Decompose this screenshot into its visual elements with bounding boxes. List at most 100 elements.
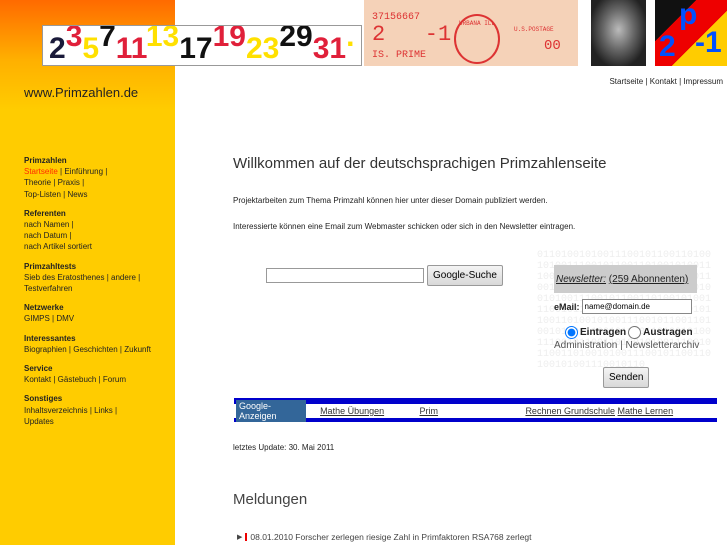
nav-line: GIMPS | DMV — [24, 314, 75, 324]
unsubscribe-label: Austragen — [643, 327, 693, 338]
nav-link[interactable]: Top-Listen — [24, 190, 61, 199]
nav-section: Sonstiges Inhaltsverzeichnis | Links | Up… — [24, 393, 117, 427]
nav-heading: Sonstiges — [24, 394, 63, 404]
nav-link[interactable]: Theorie — [24, 178, 51, 187]
newsletter-link[interactable]: Newsletter: — [556, 274, 606, 285]
nav-link[interactable]: Forum — [103, 375, 126, 384]
nav-link[interactable]: Zukunft — [124, 345, 151, 354]
postage-value: 00 — [544, 38, 561, 54]
newsletter-intro-text: Interessierte können eine Email zum Webm… — [233, 222, 576, 231]
nav-line: Kontakt | Gästebuch | Forum — [24, 375, 127, 385]
newsletter-header: Newsletter: (259 Abonnenten) — [554, 265, 697, 293]
banner-number: 29 — [279, 25, 313, 53]
banner-number: 2 — [49, 32, 66, 65]
portrait-image — [591, 0, 646, 66]
banner-number: 23 — [245, 32, 280, 65]
nav-link[interactable]: Gästebuch — [58, 375, 97, 384]
ad-link[interactable]: Mathe Übungen — [320, 406, 419, 416]
search-form: Google-Suche — [266, 265, 503, 286]
nav-heading: Service — [24, 364, 53, 373]
mersenne-logo: 2 p -1 — [655, 0, 727, 66]
nav-line: Testverfahren — [24, 283, 140, 294]
nav-heading: Interessantes — [24, 333, 76, 343]
nav-line: Biographien | Geschichten | Zukunft — [24, 344, 151, 354]
nav-heading: Primzahlen — [24, 156, 67, 165]
nav-line: Startseite | Einführung | — [24, 167, 108, 177]
prime-stamp-image: 37156667 2 -1 IS. PRIME URBANA ILL U.S.P… — [364, 0, 578, 66]
email-input[interactable] — [581, 299, 692, 314]
top-link[interactable]: Kontakt — [650, 77, 677, 86]
nav-link[interactable]: Links — [94, 406, 113, 415]
banner-number: 11 — [115, 32, 146, 65]
site-name: www.Primzahlen.de — [24, 85, 139, 100]
send-button[interactable]: Senden — [603, 367, 650, 388]
nav-link[interactable]: Kontakt — [24, 375, 51, 384]
nav-link[interactable]: Praxis — [58, 178, 80, 187]
ad-link[interactable]: Mathe Lernen — [618, 406, 717, 416]
nav-line: nach Datum | — [24, 231, 72, 241]
email-label: eMail: — [554, 301, 580, 312]
nav-heading: Primzahltests — [24, 261, 77, 271]
nav-heading: Referenten — [24, 208, 66, 218]
nav-line: Theorie | Praxis | — [24, 178, 85, 188]
news-marker — [245, 533, 248, 541]
nav-section: Interessantes Biographien | Geschichten |… — [24, 333, 151, 355]
newsletter-archive-link[interactable]: Newsletterarchiv — [626, 340, 700, 351]
last-update: letztes Update: 30. Mai 2011 — [233, 443, 335, 452]
nav-section: Primzahlen Startseite | Einführung | Theo… — [24, 155, 107, 200]
page-title: Willkommen auf der deutschsprachigen Pri… — [233, 155, 607, 172]
nav-link[interactable]: DMV — [56, 314, 74, 323]
ad-link[interactable]: Prim — [420, 406, 526, 416]
nav-line: Sieb des Eratosthenes | andere | — [24, 272, 141, 282]
banner-number: 5 — [82, 32, 100, 65]
top-links: Startseite | Kontakt | Impressum — [609, 77, 723, 86]
nav-link[interactable]: Geschichten — [73, 345, 117, 354]
sidebar: www.Primzahlen.de Primzahlen Startseite |… — [0, 0, 175, 545]
nav-link[interactable]: Testverfahren — [24, 284, 72, 293]
banner-number: 7 — [99, 25, 116, 53]
google-search-button[interactable]: Google-Suche — [427, 265, 503, 286]
nav-link[interactable]: Inhaltsverzeichnis — [24, 406, 88, 415]
banner-number: 19 — [212, 25, 246, 53]
nav-link[interactable]: nach Artikel sortiert — [24, 242, 92, 251]
nav-link[interactable]: Sieb des Eratosthenes — [24, 273, 105, 282]
administration-link[interactable]: Administration — [554, 340, 617, 351]
nav-link[interactable]: Biographien — [24, 345, 67, 354]
subscribe-radio[interactable] — [565, 326, 578, 339]
banner-number: . — [346, 25, 355, 53]
google-ads-bar: Google-Anzeigen Mathe Übungen Prim Rechnen … — [234, 398, 717, 422]
banner-number: 3 — [65, 25, 83, 53]
ad-link[interactable]: Rechnen Grundschule — [525, 406, 617, 416]
search-input[interactable] — [266, 268, 424, 283]
nav-link[interactable]: Einführung — [64, 167, 103, 176]
nav-line: nach Artikel sortiert — [24, 241, 92, 252]
subscribers-link[interactable]: (259 Abonnenten) — [609, 274, 689, 285]
newsletter-links: Administration | Newsletterarchiv — [554, 340, 700, 351]
postage: U.S.POSTAGE — [514, 26, 554, 33]
nav-link[interactable]: News — [67, 190, 87, 199]
subscribe-options: Eintragen Austragen — [565, 326, 693, 339]
arrow-right-icon: ▶ — [237, 534, 243, 541]
nav-link[interactable]: nach Namen — [24, 220, 69, 229]
nav-line: Updates — [24, 416, 117, 427]
nav-link[interactable]: andere — [111, 273, 136, 282]
postmark: URBANA ILL — [454, 14, 500, 64]
top-link[interactable]: Startseite — [609, 77, 643, 86]
nav-section: Netzwerke GIMPS | DMV — [24, 302, 74, 324]
prime-numbers-banner: 235711131719232931. — [42, 25, 362, 66]
nav-link[interactable]: nach Datum — [24, 231, 67, 240]
news-text: 08.01.2010 Forscher zerlegen riesige Zah… — [250, 532, 532, 542]
nav-link[interactable]: Startseite — [24, 167, 58, 176]
stamp-formula: 2 -1 — [372, 22, 452, 47]
unsubscribe-radio[interactable] — [628, 326, 642, 339]
nav-heading: Netzwerke — [24, 303, 64, 313]
top-link[interactable]: Impressum — [683, 77, 723, 86]
news-item[interactable]: ▶ 08.01.2010 Forscher zerlegen riesige Za… — [237, 532, 532, 542]
nav-link[interactable]: GIMPS — [24, 314, 50, 323]
google-ads-label[interactable]: Google-Anzeigen — [236, 400, 307, 422]
nav-link[interactable]: Updates — [24, 417, 54, 426]
banner-number: 13 — [145, 25, 180, 53]
nav-section: Primzahltests Sieb des Eratosthenes | and… — [24, 261, 140, 295]
banner-number: 31 — [312, 32, 347, 65]
intro-text: Projektarbeiten zum Thema Primzahl könne… — [233, 196, 548, 205]
